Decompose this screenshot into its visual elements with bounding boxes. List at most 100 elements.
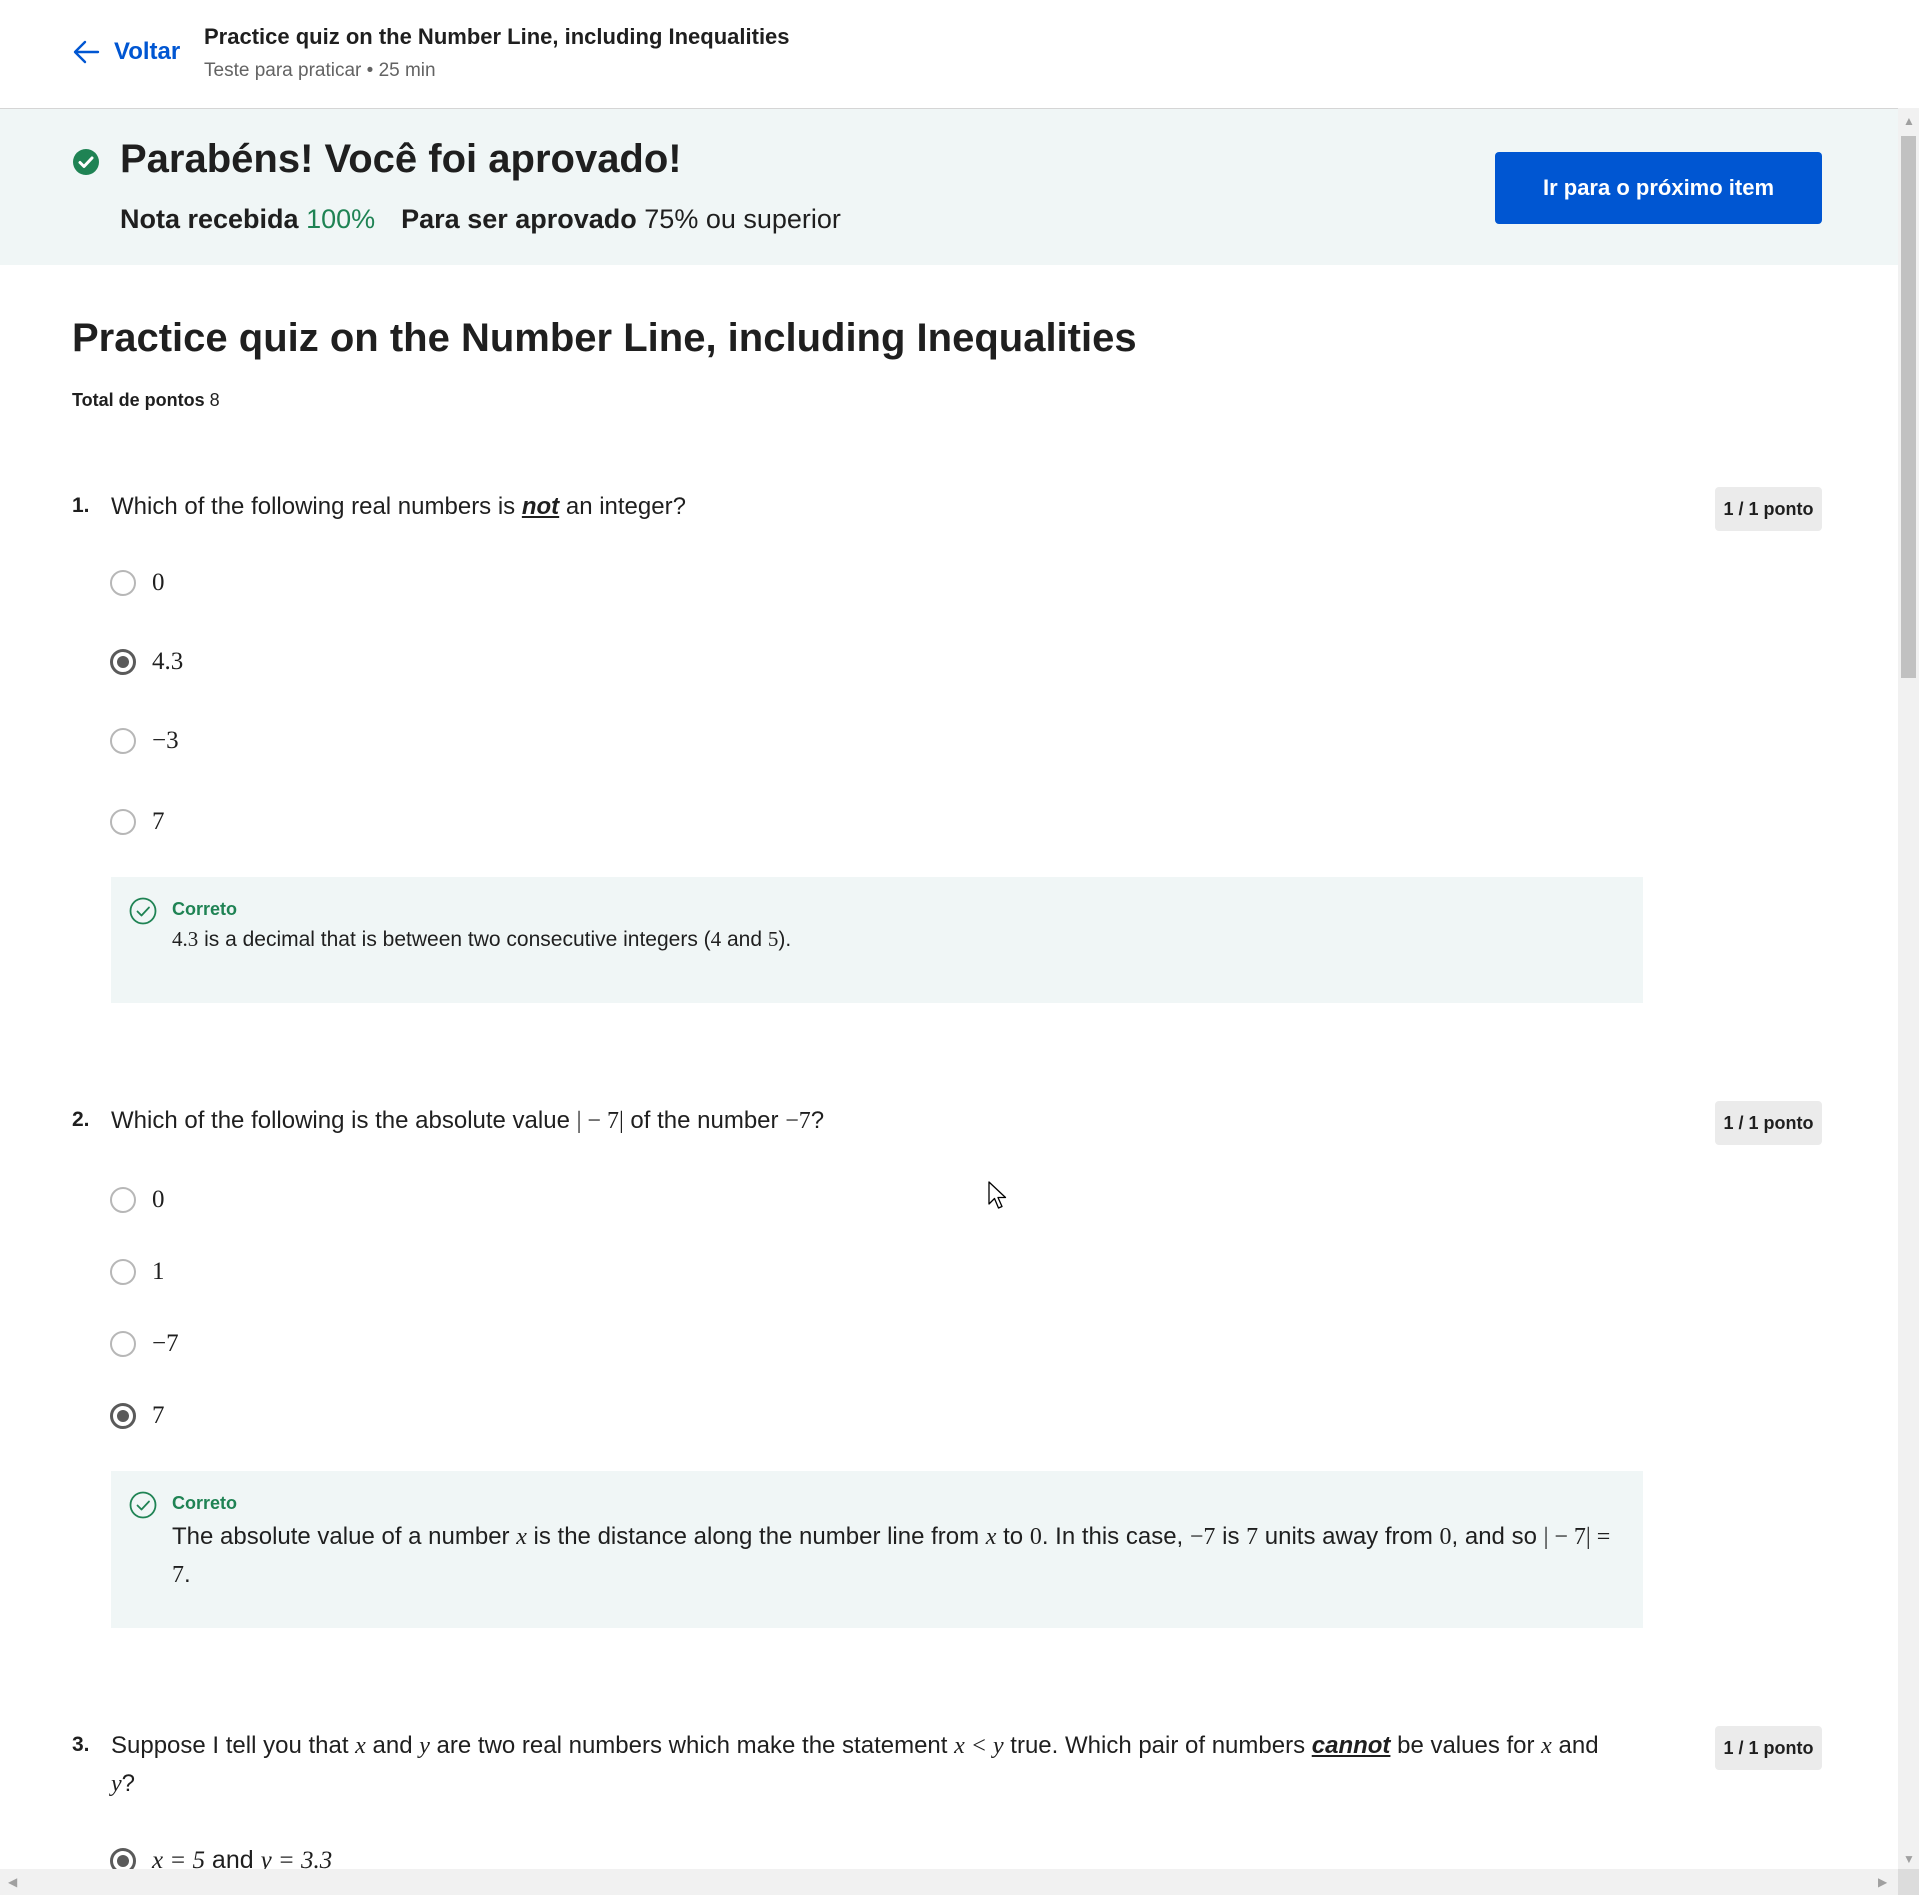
math: x < y: [954, 1733, 1004, 1759]
text: be values for: [1390, 1732, 1542, 1759]
math: x: [516, 1524, 527, 1550]
back-link[interactable]: Voltar: [72, 38, 180, 66]
answer-option[interactable]: 4.3: [110, 648, 183, 676]
text: ?: [810, 1107, 825, 1134]
text: is: [1215, 1523, 1247, 1550]
radio-button[interactable]: [110, 1187, 136, 1213]
feedback-text: The absolute value of a number x is the …: [172, 1518, 1612, 1594]
text: of the number: [623, 1107, 786, 1134]
feedback-label: Correto: [172, 1493, 238, 1513]
math: −7: [785, 1108, 811, 1134]
answer-option[interactable]: 7: [110, 1402, 165, 1430]
option-label: −3: [152, 727, 179, 754]
option-label: 4.3: [152, 648, 184, 675]
radio-button[interactable]: [110, 809, 136, 835]
math: 0: [1029, 1524, 1042, 1550]
radio-button[interactable]: [110, 728, 136, 754]
answer-option[interactable]: −7: [110, 1330, 179, 1358]
grade-value: 100%: [306, 204, 376, 234]
option-label: −7: [152, 1330, 179, 1357]
radio-button[interactable]: [110, 570, 136, 596]
question-text-part: an integer?: [559, 493, 686, 520]
pass-label: Para ser aprovado: [401, 204, 637, 234]
banner-title: Parabéns! Você foi aprovado!: [120, 137, 682, 181]
math: y: [111, 1771, 122, 1797]
text: and: [1551, 1732, 1599, 1759]
answer-option[interactable]: 7: [110, 808, 165, 836]
text: to: [996, 1523, 1030, 1550]
math: | − 7|: [576, 1108, 624, 1134]
text: is the distance along the number line fr…: [526, 1523, 986, 1550]
radio-button[interactable]: [110, 1259, 136, 1285]
back-label[interactable]: Voltar: [114, 38, 180, 66]
answer-option[interactable]: 0: [110, 569, 165, 597]
answer-option[interactable]: −3: [110, 727, 179, 755]
horizontal-scrollbar[interactable]: [0, 1869, 1898, 1895]
grade-label: Nota recebida: [120, 204, 299, 234]
text: The absolute value of a number: [172, 1523, 517, 1550]
radio-button-selected[interactable]: [110, 1403, 136, 1429]
math: −7: [1189, 1524, 1216, 1550]
check-circle-outline-icon: [129, 1491, 157, 1519]
text: , and so: [1451, 1523, 1544, 1550]
math: x: [355, 1733, 366, 1759]
scrollbar-corner: [1898, 1869, 1919, 1895]
points-badge: 1 / 1 ponto: [1715, 1726, 1822, 1770]
text: Suppose I tell you that: [111, 1732, 356, 1759]
check-circle-outline-icon: [129, 897, 157, 925]
radio-button-selected[interactable]: [110, 649, 136, 675]
header-subtitle: Teste para praticar • 25 min: [204, 60, 436, 81]
scroll-down-arrow-icon[interactable]: ▼: [1903, 1852, 1915, 1866]
option-label: 7: [152, 808, 165, 835]
question-number: 1.: [72, 494, 90, 517]
text: ?: [121, 1770, 136, 1797]
question-3-text: Suppose I tell you that x and y are two …: [111, 1727, 1621, 1803]
text: units away from: [1258, 1523, 1440, 1550]
text: and: [365, 1732, 420, 1759]
header-title: Practice quiz on the Number Line, includ…: [204, 24, 790, 49]
math: 7: [1246, 1524, 1259, 1550]
points-badge: 1 / 1 ponto: [1715, 487, 1822, 531]
question-2-text: Which of the following is the absolute v…: [111, 1102, 824, 1140]
pass-value: 75% ou superior: [644, 204, 841, 234]
text: and: [721, 928, 768, 951]
math: 4: [710, 927, 722, 951]
feedback-box: Correto 4.3 is a decimal that is between…: [111, 877, 1643, 1003]
text: are two real numbers which make the stat…: [429, 1732, 955, 1759]
math: 4.3: [172, 927, 199, 951]
feedback-text: 4.3 is a decimal that is between two con…: [172, 921, 1612, 958]
math: x: [985, 1524, 997, 1550]
option-label: 1: [152, 1258, 165, 1285]
vertical-scrollbar-thumb[interactable]: [1901, 136, 1916, 678]
next-item-button[interactable]: Ir para o próximo item: [1495, 152, 1822, 224]
text: .: [184, 1561, 191, 1588]
radio-button[interactable]: [110, 1331, 136, 1357]
question-emphasis: not: [521, 493, 560, 520]
grade-received: Nota recebida 100%: [120, 204, 375, 235]
question-number: 3.: [72, 1733, 90, 1756]
math: 5: [767, 927, 779, 951]
scroll-up-arrow-icon[interactable]: ▲: [1903, 114, 1915, 128]
answer-option[interactable]: 1: [110, 1258, 165, 1286]
scroll-right-arrow-icon[interactable]: ▶: [1878, 1875, 1887, 1889]
points-badge: 1 / 1 ponto: [1715, 1101, 1822, 1145]
total-points-value: 8: [209, 390, 220, 410]
question-1-text: Which of the following real numbers is n…: [111, 488, 686, 525]
feedback-label: Correto: [172, 899, 238, 919]
question-emphasis: cannot: [1311, 1732, 1391, 1759]
text: true. Which pair of numbers: [1003, 1732, 1312, 1759]
math: y: [419, 1733, 430, 1759]
total-points: Total de pontos 8: [72, 390, 220, 411]
option-label: 0: [152, 569, 165, 596]
text: is a decimal that is between two consecu…: [198, 928, 711, 951]
pass-requirement: Para ser aprovado 75% ou superior: [401, 204, 841, 235]
feedback-box: Correto The absolute value of a number x…: [111, 1471, 1643, 1628]
arrow-left-icon: [73, 40, 100, 64]
mouse-cursor-icon: [988, 1181, 1007, 1209]
math: 0: [1439, 1524, 1452, 1550]
scroll-left-arrow-icon[interactable]: ◀: [8, 1875, 17, 1889]
option-label: 0: [152, 1186, 165, 1213]
answer-option[interactable]: 0: [110, 1186, 165, 1214]
text: . In this case,: [1041, 1523, 1190, 1550]
text: ).: [778, 928, 792, 951]
